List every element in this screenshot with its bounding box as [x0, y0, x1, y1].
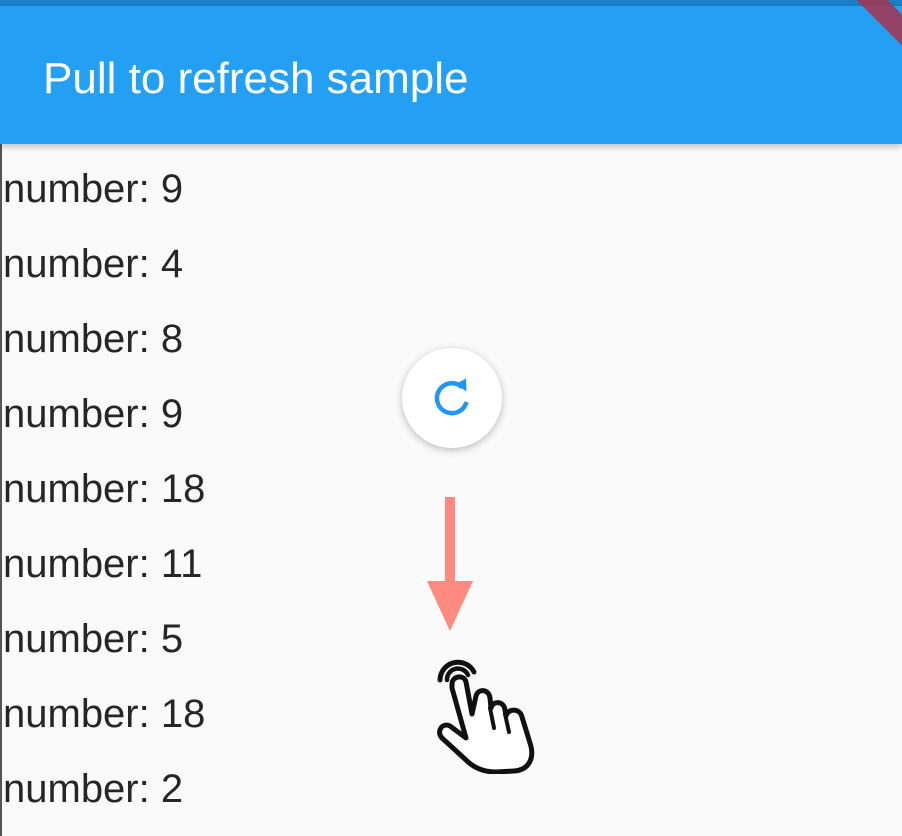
refresh-icon [434, 378, 469, 416]
arrow-down-icon [427, 497, 473, 631]
debug-banner [852, 0, 902, 50]
screen-edge [0, 144, 2, 836]
pointing-hand-icon [437, 659, 535, 774]
app-bar: Pull to refresh sample [0, 6, 902, 144]
refresh-indicator[interactable] [402, 348, 502, 448]
list-item: number: 9 [3, 167, 184, 211]
page-title: Pull to refresh sample [43, 54, 469, 103]
list-item: number: 4 [3, 242, 184, 286]
